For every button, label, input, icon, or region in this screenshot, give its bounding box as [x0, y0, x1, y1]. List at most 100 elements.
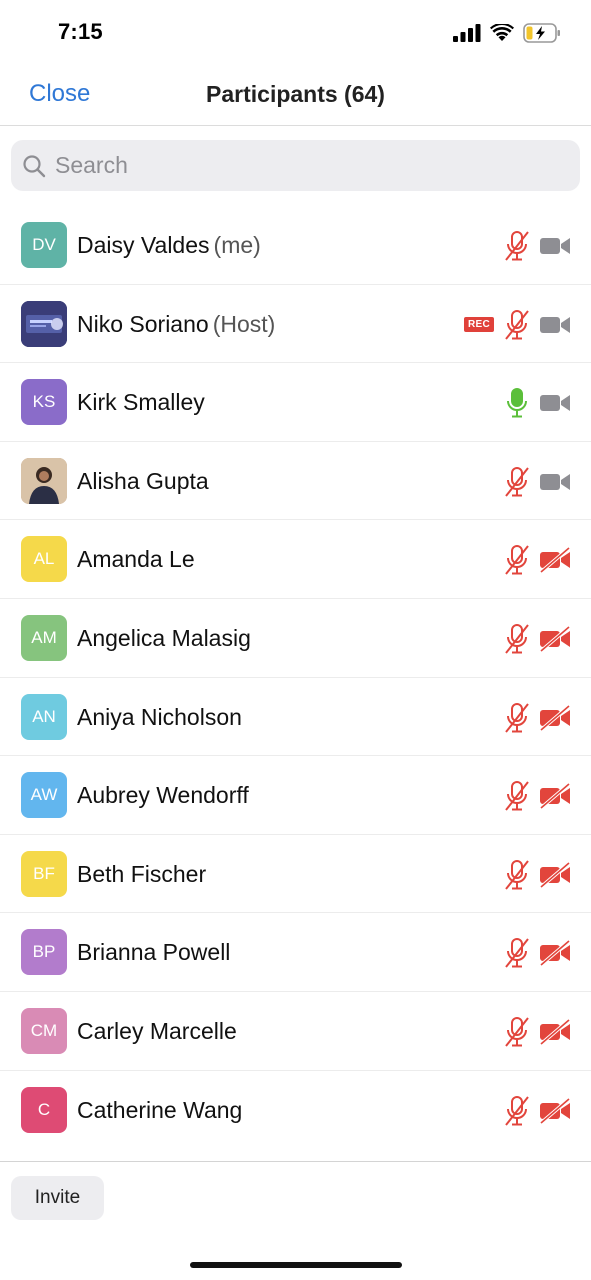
avatar-initials: KS	[32, 392, 56, 412]
video-camera-icon[interactable]	[539, 390, 571, 416]
microphone-muted-icon[interactable]	[504, 544, 530, 576]
signal-icon	[453, 24, 481, 42]
participant-name-container: Aniya Nicholson	[77, 704, 242, 731]
avatar-initials: AL	[33, 549, 55, 569]
invite-button[interactable]: Invite	[11, 1176, 104, 1220]
video-camera-off-icon[interactable]	[539, 1097, 571, 1124]
participant-status-icons	[504, 1095, 571, 1127]
avatar: CM	[21, 1007, 67, 1054]
avatar-initials: BF	[33, 863, 55, 883]
avatar-initials: CM	[30, 1020, 58, 1040]
microphone-muted-icon[interactable]	[504, 1095, 530, 1127]
avatar	[21, 457, 67, 504]
participant-row[interactable]: C Catherine Wang	[0, 1071, 591, 1150]
participant-name: Alisha Gupta	[77, 467, 209, 494]
participant-row[interactable]: CM Carley Marcelle	[0, 992, 591, 1071]
participant-row[interactable]: Niko Soriano (Host) REC	[0, 285, 591, 364]
search-input[interactable]	[55, 152, 555, 179]
video-camera-off-icon[interactable]	[539, 861, 571, 888]
video-camera-off-icon[interactable]	[539, 547, 571, 574]
bottom-bar: Invite	[0, 1161, 591, 1280]
avatar: C	[21, 1086, 67, 1133]
participant-name-container: Catherine Wang	[77, 1097, 242, 1124]
participant-name: Angelica Malasig	[77, 624, 251, 651]
avatar: AW	[21, 772, 67, 819]
avatar: AN	[21, 693, 67, 740]
avatar-initials: AM	[31, 627, 57, 647]
host-avatar-image	[21, 300, 67, 347]
home-indicator	[190, 1262, 402, 1268]
participant-status-icons	[504, 1016, 571, 1048]
microphone-muted-icon[interactable]	[504, 780, 530, 812]
participant-row[interactable]: KS Kirk Smalley	[0, 363, 591, 442]
video-camera-off-icon[interactable]	[539, 1018, 571, 1045]
profile-photo	[21, 457, 67, 504]
microphone-muted-icon[interactable]	[504, 309, 530, 341]
participant-status-icons	[504, 702, 571, 734]
microphone-icon[interactable]	[504, 387, 530, 419]
video-camera-icon[interactable]	[539, 233, 571, 259]
avatar-initials: AN	[32, 706, 56, 726]
avatar: KS	[21, 379, 67, 426]
participant-name-container: Alisha Gupta	[77, 468, 209, 495]
participant-row[interactable]: AW Aubrey Wendorff	[0, 756, 591, 835]
participant-status-icons	[504, 623, 571, 655]
participant-name-container: Niko Soriano (Host)	[77, 311, 275, 338]
participant-name-container: Daisy Valdes (me)	[77, 232, 261, 259]
participant-status-icons: REC	[463, 309, 571, 341]
participant-row[interactable]: AL Amanda Le	[0, 520, 591, 599]
participant-status-icons	[504, 937, 571, 969]
microphone-muted-icon[interactable]	[504, 623, 530, 655]
participant-status-icons	[504, 859, 571, 891]
video-camera-off-icon[interactable]	[539, 783, 571, 810]
participant-name: Niko Soriano	[77, 310, 209, 337]
participant-status-icons	[504, 387, 571, 419]
avatar: DV	[21, 222, 67, 268]
participant-status-icons	[504, 466, 571, 498]
video-camera-icon[interactable]	[539, 312, 571, 338]
microphone-muted-icon[interactable]	[504, 937, 530, 969]
participant-row[interactable]: AM Angelica Malasig	[0, 599, 591, 678]
participant-row[interactable]: AN Aniya Nicholson	[0, 678, 591, 757]
video-camera-off-icon[interactable]	[539, 625, 571, 652]
video-camera-icon[interactable]	[539, 469, 571, 495]
participant-name: Daisy Valdes	[77, 232, 210, 258]
wifi-icon	[490, 24, 514, 41]
microphone-muted-icon[interactable]	[504, 466, 530, 498]
participant-row[interactable]: Alisha Gupta	[0, 442, 591, 521]
participant-name: Brianna Powell	[77, 939, 231, 966]
microphone-muted-icon[interactable]	[504, 230, 530, 262]
participant-list: DV Daisy Valdes (me) Niko Soriano (Host) REC K…	[0, 206, 591, 1149]
avatar	[21, 300, 67, 347]
participant-name-container: Beth Fischer	[77, 861, 206, 888]
participant-role: (Host)	[212, 310, 276, 337]
participant-row[interactable]: BP Brianna Powell	[0, 913, 591, 992]
video-camera-off-icon[interactable]	[539, 940, 571, 967]
participant-status-icons	[504, 780, 571, 812]
avatar-initials: BP	[32, 942, 56, 962]
avatar-initials: DV	[32, 235, 56, 254]
participant-name: Aniya Nicholson	[77, 703, 242, 730]
participant-status-icons	[504, 230, 571, 262]
participant-row[interactable]: DV Daisy Valdes (me)	[0, 206, 591, 285]
avatar: BP	[21, 929, 67, 976]
avatar: BF	[21, 850, 67, 897]
video-camera-off-icon[interactable]	[539, 704, 571, 731]
microphone-muted-icon[interactable]	[504, 859, 530, 891]
search-bar[interactable]	[11, 140, 580, 191]
microphone-muted-icon[interactable]	[504, 1016, 530, 1048]
participant-status-icons	[504, 544, 571, 576]
participant-name: Kirk Smalley	[77, 389, 205, 416]
battery-charging-icon	[523, 23, 560, 43]
participant-row[interactable]: BF Beth Fischer	[0, 835, 591, 914]
recording-badge: REC	[463, 317, 494, 333]
avatar: AM	[21, 614, 67, 661]
participant-name-container: Amanda Le	[77, 546, 195, 573]
status-time: 7:15	[58, 19, 103, 44]
search-icon	[23, 154, 46, 177]
microphone-muted-icon[interactable]	[504, 702, 530, 734]
participant-name-container: Aubrey Wendorff	[77, 782, 249, 809]
page-title: Participants (64)	[206, 81, 385, 107]
participant-role: (me)	[213, 232, 261, 258]
status-bar: 7:15	[0, 0, 591, 62]
